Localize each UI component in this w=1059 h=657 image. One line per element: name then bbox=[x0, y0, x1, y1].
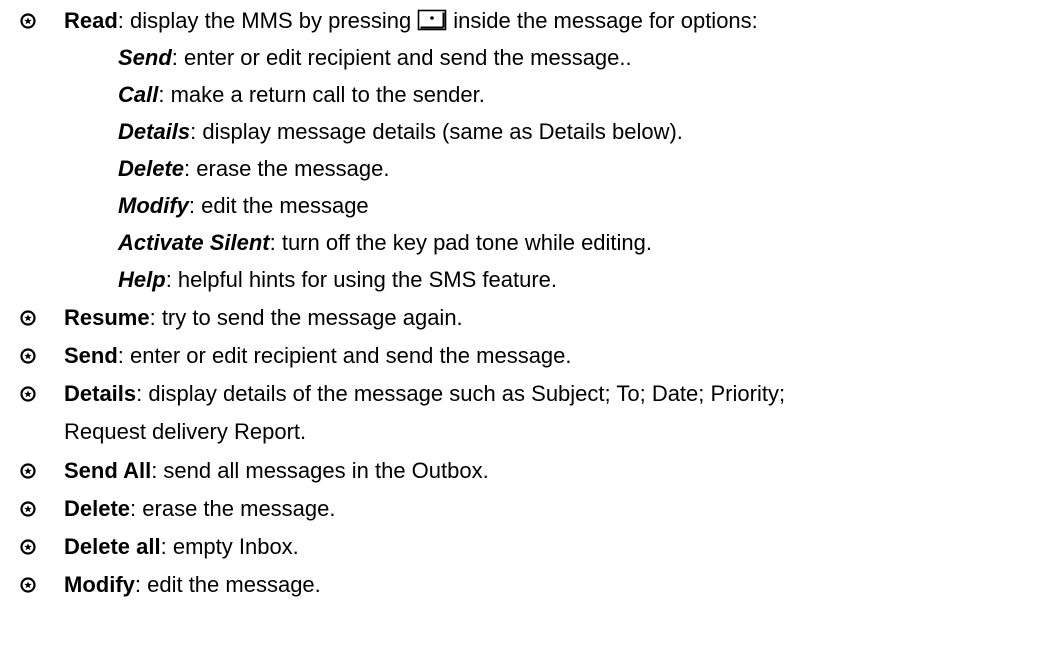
item-term: Delete bbox=[64, 496, 131, 521]
item-desc: : erase the message. bbox=[130, 496, 336, 521]
item-desc: : try to send the message again. bbox=[149, 305, 463, 330]
sub-item-desc: : turn off the key pad tone while editin… bbox=[269, 230, 653, 255]
circled-star-bullet-icon bbox=[20, 386, 36, 402]
center-key-icon bbox=[417, 9, 447, 31]
item-desc: : enter or edit recipient and send the m… bbox=[117, 343, 572, 368]
item-term: Send bbox=[64, 343, 118, 368]
circled-star-bullet-icon bbox=[20, 463, 36, 479]
item-desc-cont: inside the message for options: bbox=[453, 8, 758, 33]
circled-star-bullet-icon bbox=[20, 13, 36, 29]
sub-item-term: Call bbox=[118, 82, 159, 107]
sub-item-desc: : display message details (same as Detai… bbox=[190, 119, 683, 144]
sub-item-desc: : erase the message. bbox=[184, 156, 390, 181]
circled-star-bullet-icon bbox=[20, 539, 36, 555]
sub-item-term: Help bbox=[118, 267, 166, 292]
item-term: Modify bbox=[64, 572, 135, 597]
list-item-text: Read: display the MMS by pressing inside … bbox=[64, 8, 758, 34]
item-desc: : send all messages in the Outbox. bbox=[151, 458, 489, 483]
sub-item-desc: : enter or edit recipient and send the m… bbox=[171, 45, 632, 70]
manual-page: Read: display the MMS by pressing inside … bbox=[0, 0, 1059, 657]
item-desc: : display details of the message such as… bbox=[136, 381, 786, 406]
sub-item-term: Details bbox=[118, 119, 191, 144]
item-desc: : empty Inbox. bbox=[160, 534, 299, 559]
circled-star-bullet-icon bbox=[20, 577, 36, 593]
sub-item-desc: : make a return call to the sender. bbox=[158, 82, 485, 107]
item-term: Read bbox=[64, 8, 118, 33]
item-term: Send All bbox=[64, 458, 152, 483]
item-term: Delete all bbox=[64, 534, 161, 559]
item-desc: : edit the message. bbox=[134, 572, 321, 597]
sub-item-term: Delete bbox=[118, 156, 185, 181]
sub-item-desc: : edit the message bbox=[188, 193, 369, 218]
sub-item-term: Activate Silent bbox=[118, 230, 270, 255]
circled-star-bullet-icon bbox=[20, 501, 36, 517]
item-term: Resume bbox=[64, 305, 150, 330]
item-desc: : display the MMS by pressing bbox=[117, 8, 412, 33]
sub-item-term: Modify bbox=[118, 193, 189, 218]
sub-item-desc: : helpful hints for using the SMS featur… bbox=[165, 267, 558, 292]
sub-item-term: Send bbox=[118, 45, 172, 70]
item-term: Details bbox=[64, 381, 137, 406]
circled-star-bullet-icon bbox=[20, 348, 36, 364]
circled-star-bullet-icon bbox=[20, 310, 36, 326]
item-desc-cont: Request delivery Report. bbox=[64, 419, 307, 444]
